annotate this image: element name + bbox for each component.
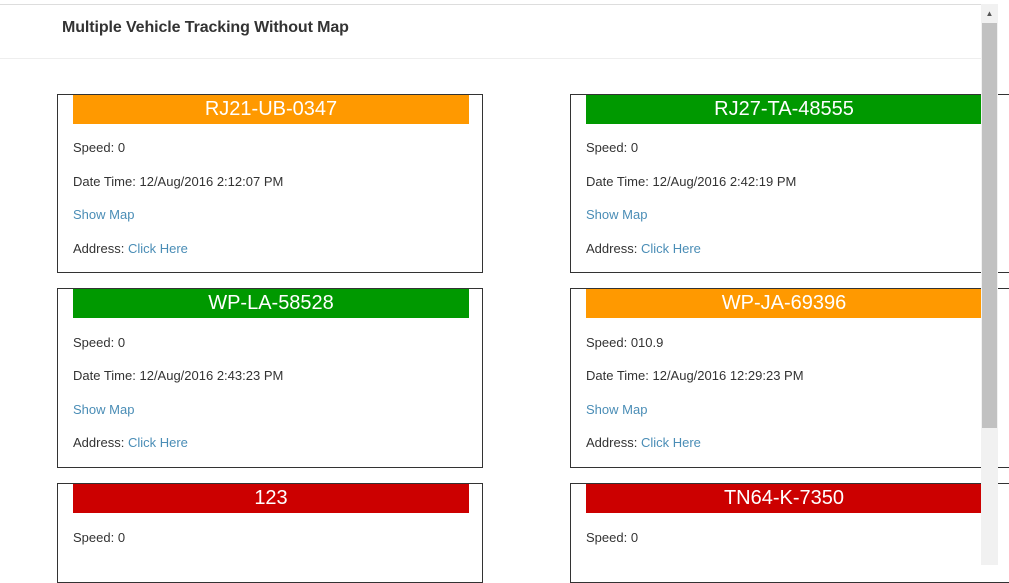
date-time-label: Date Time:: [73, 368, 136, 383]
scroll-up-arrow-icon[interactable]: ▲: [981, 4, 998, 22]
address-label: Address:: [73, 241, 125, 256]
speed-value: 0: [117, 335, 126, 350]
vehicle-number-header: WP-LA-58528: [73, 289, 469, 318]
vehicle-card: WP-LA-58528 Speed: 0 Date Time: 12/Aug/2…: [57, 288, 483, 468]
address-row: Address: Click Here: [586, 435, 701, 450]
address-row: Address: Click Here: [73, 241, 188, 256]
speed-value: 010.9: [630, 335, 664, 350]
speed-label: Speed:: [586, 335, 628, 350]
scrollbar-thumb[interactable]: [982, 23, 997, 428]
page-title: Multiple Vehicle Tracking Without Map: [62, 19, 349, 36]
speed-row: Speed: 0: [73, 530, 125, 545]
date-time-row: Date Time: 12/Aug/2016 2:43:23 PM: [73, 368, 283, 383]
show-map-link[interactable]: Show Map: [586, 207, 647, 222]
speed-row: Speed: 010.9: [586, 335, 663, 350]
speed-value: 0: [630, 530, 639, 545]
date-time-value: 12/Aug/2016 12:29:23 PM: [652, 368, 804, 383]
address-label: Address:: [586, 241, 638, 256]
show-map-link[interactable]: Show Map: [73, 402, 134, 417]
date-time-value: 12/Aug/2016 2:42:19 PM: [652, 174, 797, 189]
page-header: Multiple Vehicle Tracking Without Map: [0, 5, 981, 59]
vehicle-number-header: 123: [73, 484, 469, 513]
speed-row: Speed: 0: [73, 140, 125, 155]
address-click-here-link[interactable]: Click Here: [128, 435, 188, 450]
speed-value: 0: [117, 140, 126, 155]
speed-label: Speed:: [73, 530, 115, 545]
date-time-label: Date Time:: [73, 174, 136, 189]
speed-value: 0: [630, 140, 639, 155]
date-time-row: Date Time: 12/Aug/2016 2:42:19 PM: [586, 174, 796, 189]
show-map-link[interactable]: Show Map: [73, 207, 134, 222]
speed-label: Speed:: [586, 530, 628, 545]
vehicle-card: TN64-K-7350 Speed: 0: [570, 483, 1009, 583]
vehicle-number-header: TN64-K-7350: [586, 484, 982, 513]
address-label: Address:: [73, 435, 125, 450]
speed-row: Speed: 0: [73, 335, 125, 350]
address-row: Address: Click Here: [586, 241, 701, 256]
vehicle-number-header: WP-JA-69396: [586, 289, 982, 318]
vertical-scrollbar[interactable]: ▲: [981, 4, 998, 565]
speed-label: Speed:: [586, 140, 628, 155]
date-time-row: Date Time: 12/Aug/2016 2:12:07 PM: [73, 174, 283, 189]
speed-label: Speed:: [73, 335, 115, 350]
speed-label: Speed:: [73, 140, 115, 155]
date-time-label: Date Time:: [586, 368, 649, 383]
date-time-value: 12/Aug/2016 2:12:07 PM: [139, 174, 284, 189]
date-time-row: Date Time: 12/Aug/2016 12:29:23 PM: [586, 368, 804, 383]
address-click-here-link[interactable]: Click Here: [641, 241, 701, 256]
vehicle-card: 123 Speed: 0: [57, 483, 483, 583]
vehicle-number-header: RJ27-TA-48555: [586, 95, 982, 124]
vehicle-number-header: RJ21-UB-0347: [73, 95, 469, 124]
address-click-here-link[interactable]: Click Here: [641, 435, 701, 450]
speed-row: Speed: 0: [586, 140, 638, 155]
date-time-label: Date Time:: [586, 174, 649, 189]
vehicle-card: RJ27-TA-48555 Speed: 0 Date Time: 12/Aug…: [570, 94, 1009, 273]
vehicle-card: RJ21-UB-0347 Speed: 0 Date Time: 12/Aug/…: [57, 94, 483, 273]
speed-row: Speed: 0: [586, 530, 638, 545]
address-label: Address:: [586, 435, 638, 450]
address-row: Address: Click Here: [73, 435, 188, 450]
vehicle-card: WP-JA-69396 Speed: 010.9 Date Time: 12/A…: [570, 288, 1009, 468]
speed-value: 0: [117, 530, 126, 545]
date-time-value: 12/Aug/2016 2:43:23 PM: [139, 368, 284, 383]
address-click-here-link[interactable]: Click Here: [128, 241, 188, 256]
show-map-link[interactable]: Show Map: [586, 402, 647, 417]
